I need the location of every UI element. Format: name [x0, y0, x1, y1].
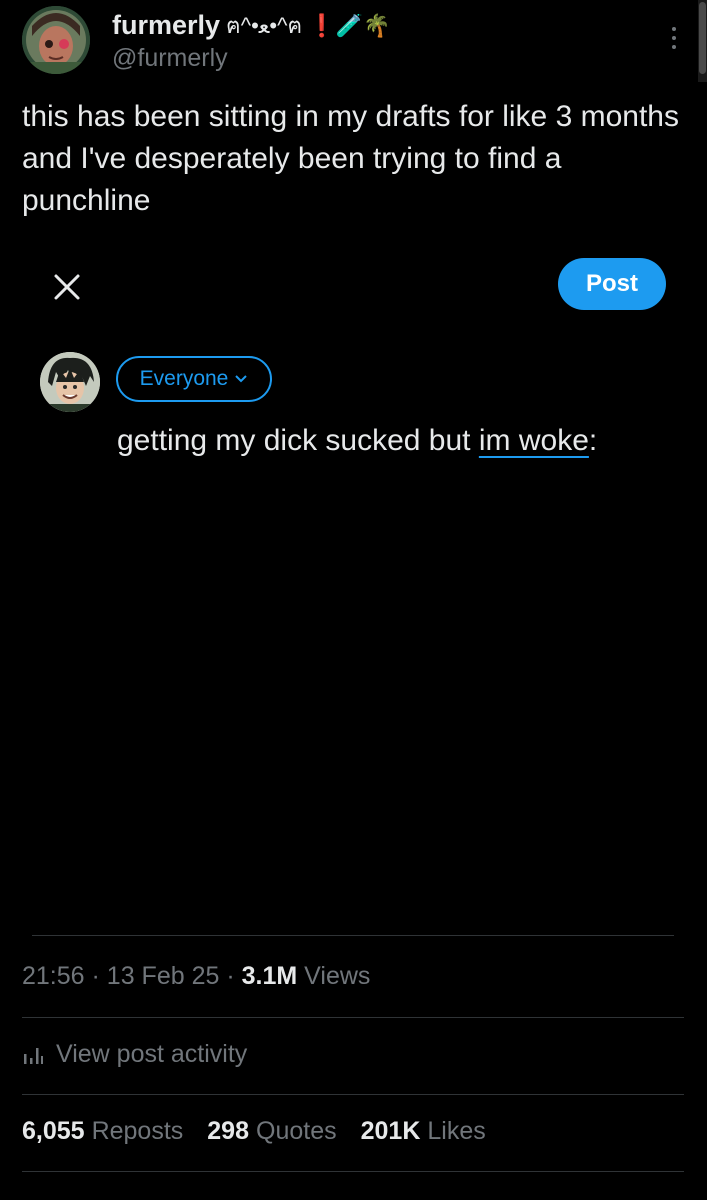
author-avatar[interactable]	[22, 6, 90, 74]
views-label: Views	[304, 962, 371, 990]
quotes-count: 298	[207, 1117, 249, 1145]
author-avatar-image	[22, 6, 90, 74]
draft-text-colon: :	[588, 424, 598, 457]
divider-bottom	[22, 1171, 684, 1172]
view-post-activity-link[interactable]: View post activity	[22, 1040, 247, 1069]
analytics-bars-icon	[24, 1047, 43, 1064]
quotes-label: Quotes	[256, 1117, 337, 1145]
author-handle[interactable]: @furmerly	[112, 44, 228, 73]
meta-separator: ·	[91, 962, 107, 990]
reposts-stat[interactable]: 6,055 Reposts	[22, 1117, 183, 1146]
divider-lower	[22, 1094, 684, 1095]
draft-avatar	[40, 352, 100, 412]
tweet-meta: 21:56 · 13 Feb 25 · 3.1M Views	[22, 962, 370, 991]
quotes-stat[interactable]: 298 Quotes	[207, 1117, 336, 1146]
likes-count: 201K	[360, 1117, 421, 1145]
more-vertical-icon[interactable]	[659, 20, 689, 56]
post-button[interactable]: Post	[558, 258, 666, 310]
draft-avatar-image	[40, 352, 100, 412]
audience-label: Everyone	[139, 367, 229, 390]
view-post-activity-label: View post activity	[56, 1040, 248, 1068]
divider-top	[32, 935, 674, 936]
tweet-time[interactable]: 21:56	[22, 962, 85, 990]
chevron-down-icon	[235, 375, 248, 383]
likes-stat[interactable]: 201K Likes	[361, 1117, 486, 1146]
author-display-name[interactable]: furmerly ฅ^•ﻌ•^ฅ ❗🧪🌴	[112, 8, 390, 43]
draft-text-underlined: im woke	[478, 424, 589, 457]
reposts-label: Reposts	[91, 1117, 184, 1145]
draft-text: getting my dick sucked but im woke:	[117, 424, 597, 458]
views-count: 3.1M	[241, 962, 298, 990]
display-name-text: furmerly	[112, 10, 221, 40]
draft-text-main: getting my dick sucked but	[117, 424, 479, 457]
likes-label: Likes	[427, 1117, 486, 1145]
display-name-emoji: ฅ^•ﻌ•^ฅ ❗🧪🌴	[226, 13, 391, 38]
reposts-count: 6,055	[22, 1117, 85, 1145]
divider-middle	[22, 1017, 684, 1018]
audience-selector[interactable]: Everyone	[116, 356, 272, 402]
close-icon[interactable]	[50, 270, 84, 304]
tweet-text: this has been sitting in my drafts for l…	[22, 100, 679, 217]
tweet-date[interactable]: 13 Feb 25	[107, 962, 220, 990]
engagement-stats: 6,055 Reposts 298 Quotes 201K Likes	[22, 1117, 486, 1146]
meta-separator: ·	[226, 962, 242, 990]
scrollbar-thumb[interactable]	[699, 2, 706, 74]
